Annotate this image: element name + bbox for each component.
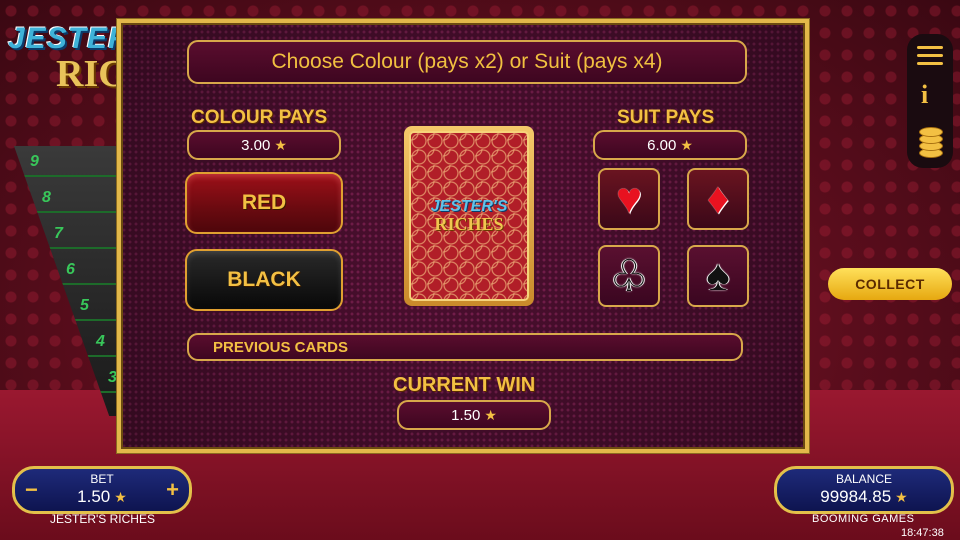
colour-pays-value: 3.00 ★	[187, 130, 341, 160]
playing-card-back: JESTER'S RICHES	[404, 126, 534, 306]
spade-icon: ♠	[706, 251, 730, 300]
ladder-rung: 9	[14, 150, 126, 177]
star-icon: ★	[484, 406, 497, 423]
suit-pays-amount: 6.00	[647, 136, 677, 154]
game-name: JESTER'S RICHES	[50, 512, 155, 526]
balance-value: 99984.85 ★	[777, 487, 951, 507]
star-icon: ★	[680, 136, 693, 153]
bet-label: BET	[90, 472, 114, 486]
colour-pays-amount: 3.00	[241, 136, 271, 154]
current-win-value: 1.50 ★	[397, 400, 551, 430]
diamond-icon: ♦	[706, 174, 730, 223]
side-menu: i	[907, 34, 953, 168]
colour-pays-heading: COLOUR PAYS	[191, 107, 328, 128]
heart-icon: ♥	[615, 174, 643, 223]
current-win-amount: 1.50	[451, 406, 481, 424]
previous-cards-bar: PREVIOUS CARDS	[187, 333, 743, 361]
coins-icon[interactable]	[915, 122, 945, 160]
bet-increase-button[interactable]: +	[166, 477, 179, 503]
star-icon: ★	[895, 489, 908, 505]
card-logo-line-2: RICHES	[434, 214, 504, 234]
clubs-button[interactable]: ♧	[598, 245, 660, 307]
current-win-heading: CURRENT WIN	[393, 374, 536, 396]
bet-decrease-button[interactable]: −	[25, 477, 38, 503]
info-icon[interactable]: i	[921, 80, 928, 110]
card-pattern: JESTER'S RICHES	[409, 131, 529, 301]
bet-value: 1.50 ★	[15, 487, 189, 507]
star-icon: ★	[114, 489, 127, 505]
card-logo: JESTER'S RICHES	[430, 198, 508, 234]
suit-pays-heading: SUIT PAYS	[617, 107, 715, 128]
hamburger-menu-icon[interactable]	[917, 46, 943, 70]
card-logo-line-1: JESTER'S	[430, 198, 508, 215]
balance-panel: BALANCE 99984.85 ★	[774, 466, 954, 514]
bet-panel: − BET 1.50 ★ +	[12, 466, 192, 514]
dialog-title: Choose Colour (pays x2) or Suit (pays x4…	[187, 40, 747, 84]
provider-name: BOOMING GAMES	[812, 513, 915, 525]
red-button[interactable]: RED	[185, 172, 343, 234]
gamble-dialog: Choose Colour (pays x2) or Suit (pays x4…	[117, 19, 809, 453]
bet-amount: 1.50	[77, 487, 111, 506]
hearts-button[interactable]: ♥	[598, 168, 660, 230]
club-icon: ♧	[609, 251, 649, 301]
clock: 18:47:38	[901, 527, 944, 539]
balance-label: BALANCE	[835, 472, 893, 486]
diamonds-button[interactable]: ♦	[687, 168, 749, 230]
suit-pays-value: 6.00 ★	[593, 130, 747, 160]
star-icon: ★	[274, 136, 287, 153]
collect-button[interactable]: COLLECT	[828, 268, 952, 300]
balance-amount: 99984.85	[820, 487, 892, 506]
spades-button[interactable]: ♠	[687, 245, 749, 307]
black-button[interactable]: BLACK	[185, 249, 343, 311]
